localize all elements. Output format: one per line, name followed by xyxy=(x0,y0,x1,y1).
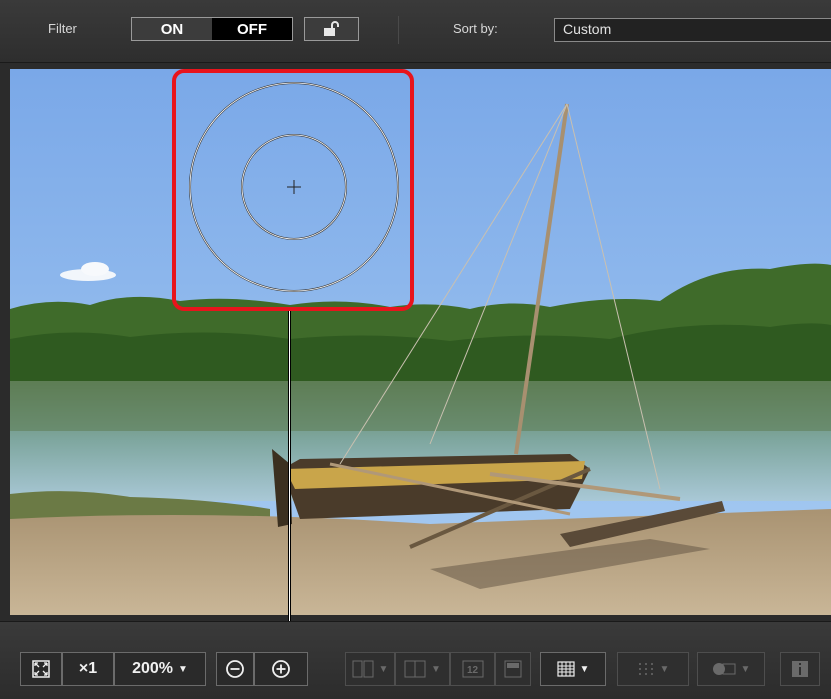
highlight-warning-button[interactable]: ▼ xyxy=(697,652,765,686)
divider xyxy=(398,16,399,44)
bottom-toolbar: ×1 200% ▼ ▼ ▼ 12 ▼ ▼ ▼ xyxy=(0,621,831,699)
chevron-down-icon: ▼ xyxy=(178,663,188,675)
grid-layout-button[interactable] xyxy=(495,652,531,686)
zoom-select[interactable]: 200% ▼ xyxy=(114,652,206,686)
grid-overlay-button[interactable]: ▼ xyxy=(540,652,606,686)
fullscreen-button[interactable] xyxy=(20,652,62,686)
sort-label: Sort by: xyxy=(453,21,498,36)
svg-text:12: 12 xyxy=(467,665,479,676)
fullscreen-icon xyxy=(32,660,50,678)
highlight-warning-icon xyxy=(712,663,736,675)
filter-toggle[interactable]: ON OFF xyxy=(131,17,293,41)
zoom-1x-button[interactable]: ×1 xyxy=(62,652,114,686)
lock-button[interactable] xyxy=(304,17,359,41)
zoom-out-button[interactable] xyxy=(216,652,254,686)
af-points-button[interactable]: ▼ xyxy=(617,652,689,686)
photo-image xyxy=(10,69,831,615)
two-up-button[interactable]: 12 xyxy=(450,652,495,686)
info-icon xyxy=(792,661,808,677)
compare-icon xyxy=(352,660,374,678)
filter-off-button[interactable]: OFF xyxy=(212,18,292,40)
af-points-icon xyxy=(638,663,653,675)
sort-select[interactable]: Custom xyxy=(554,18,831,42)
split-icon xyxy=(404,660,426,678)
split-view-button[interactable]: ▼ xyxy=(395,652,450,686)
zoom-in-button[interactable] xyxy=(254,652,308,686)
focus-callout-box xyxy=(172,69,414,311)
filter-bar: Filter ON OFF Sort by: Custom xyxy=(0,0,831,63)
filter-on-button[interactable]: ON xyxy=(132,18,212,40)
layout-icon xyxy=(504,660,522,678)
photo-viewer[interactable] xyxy=(10,69,831,615)
compare-view-button[interactable]: ▼ xyxy=(345,652,395,686)
filter-label: Filter xyxy=(48,21,77,36)
plus-circle-icon xyxy=(272,660,290,678)
zoom-value: 200% xyxy=(132,660,173,677)
two-up-icon: 12 xyxy=(462,660,483,678)
grid-icon xyxy=(556,661,575,677)
info-button[interactable] xyxy=(780,652,820,686)
minus-circle-icon xyxy=(226,660,244,678)
unlock-icon xyxy=(323,21,339,36)
